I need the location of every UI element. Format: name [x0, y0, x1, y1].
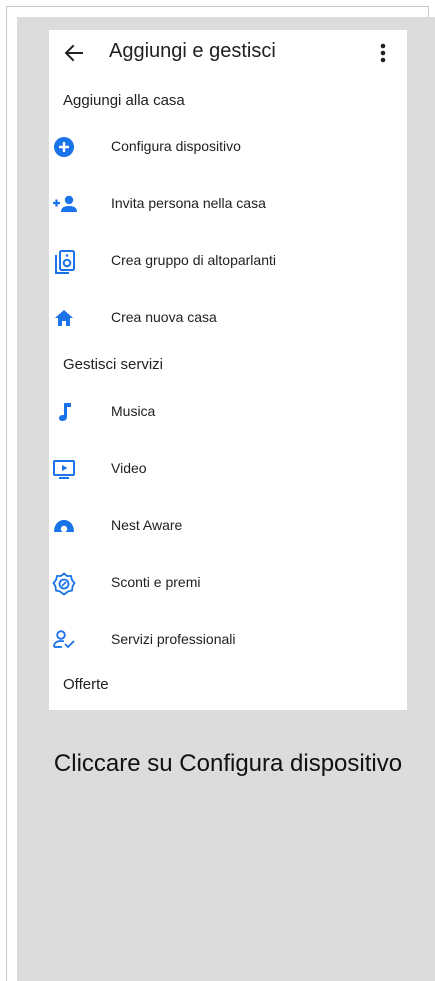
offer-badge-icon [52, 572, 78, 596]
menu-item-offers-rewards[interactable]: Sconti e premi [49, 560, 407, 608]
music-note-icon [55, 401, 81, 425]
section-title-manage-services: Gestisci servizi [63, 356, 164, 373]
menu-item-label: Servizi professionali [111, 631, 236, 647]
menu-item-video[interactable]: Video [49, 446, 407, 494]
menu-item-new-home[interactable]: Crea nuova casa [49, 295, 407, 343]
page-title: Aggiungi e gestisci [109, 40, 276, 62]
phone-screen: Aggiungi e gestisci Aggiungi alla casa C… [49, 30, 407, 710]
menu-item-professional-services[interactable]: Servizi professionali [49, 617, 407, 665]
instruction-caption: Cliccare su Configura dispositivo [53, 750, 403, 777]
more-vert-icon[interactable] [373, 40, 393, 66]
menu-item-nest-aware[interactable]: Nest Aware [49, 503, 407, 551]
home-icon [53, 307, 79, 331]
nest-aware-icon [52, 515, 78, 539]
arrow-left-icon[interactable] [63, 42, 85, 64]
section-title-offers: Offerte [63, 676, 109, 693]
menu-item-label: Nest Aware [111, 517, 183, 533]
person-check-icon [52, 629, 78, 653]
menu-item-music[interactable]: Musica [49, 389, 407, 437]
menu-item-label: Sconti e premi [111, 574, 201, 590]
menu-item-label: Configura dispositivo [111, 138, 241, 154]
app-bar: Aggiungi e gestisci [49, 30, 407, 80]
menu-item-label: Musica [111, 403, 156, 419]
speaker-group-icon [54, 250, 80, 274]
menu-item-invite-person[interactable]: Invita persona nella casa [49, 181, 407, 229]
person-add-icon [51, 193, 77, 217]
section-title-add-home: Aggiungi alla casa [63, 92, 185, 109]
menu-item-label: Video [111, 460, 147, 476]
menu-item-label: Crea gruppo di altoparlanti [111, 252, 276, 268]
video-icon [52, 458, 78, 482]
menu-item-label: Invita persona nella casa [111, 195, 266, 211]
menu-item-label: Crea nuova casa [111, 309, 217, 325]
menu-item-speaker-group[interactable]: Crea gruppo di altoparlanti [49, 238, 407, 286]
menu-item-setup-device[interactable]: Configura dispositivo [49, 124, 407, 172]
add-circle-icon [53, 136, 79, 160]
